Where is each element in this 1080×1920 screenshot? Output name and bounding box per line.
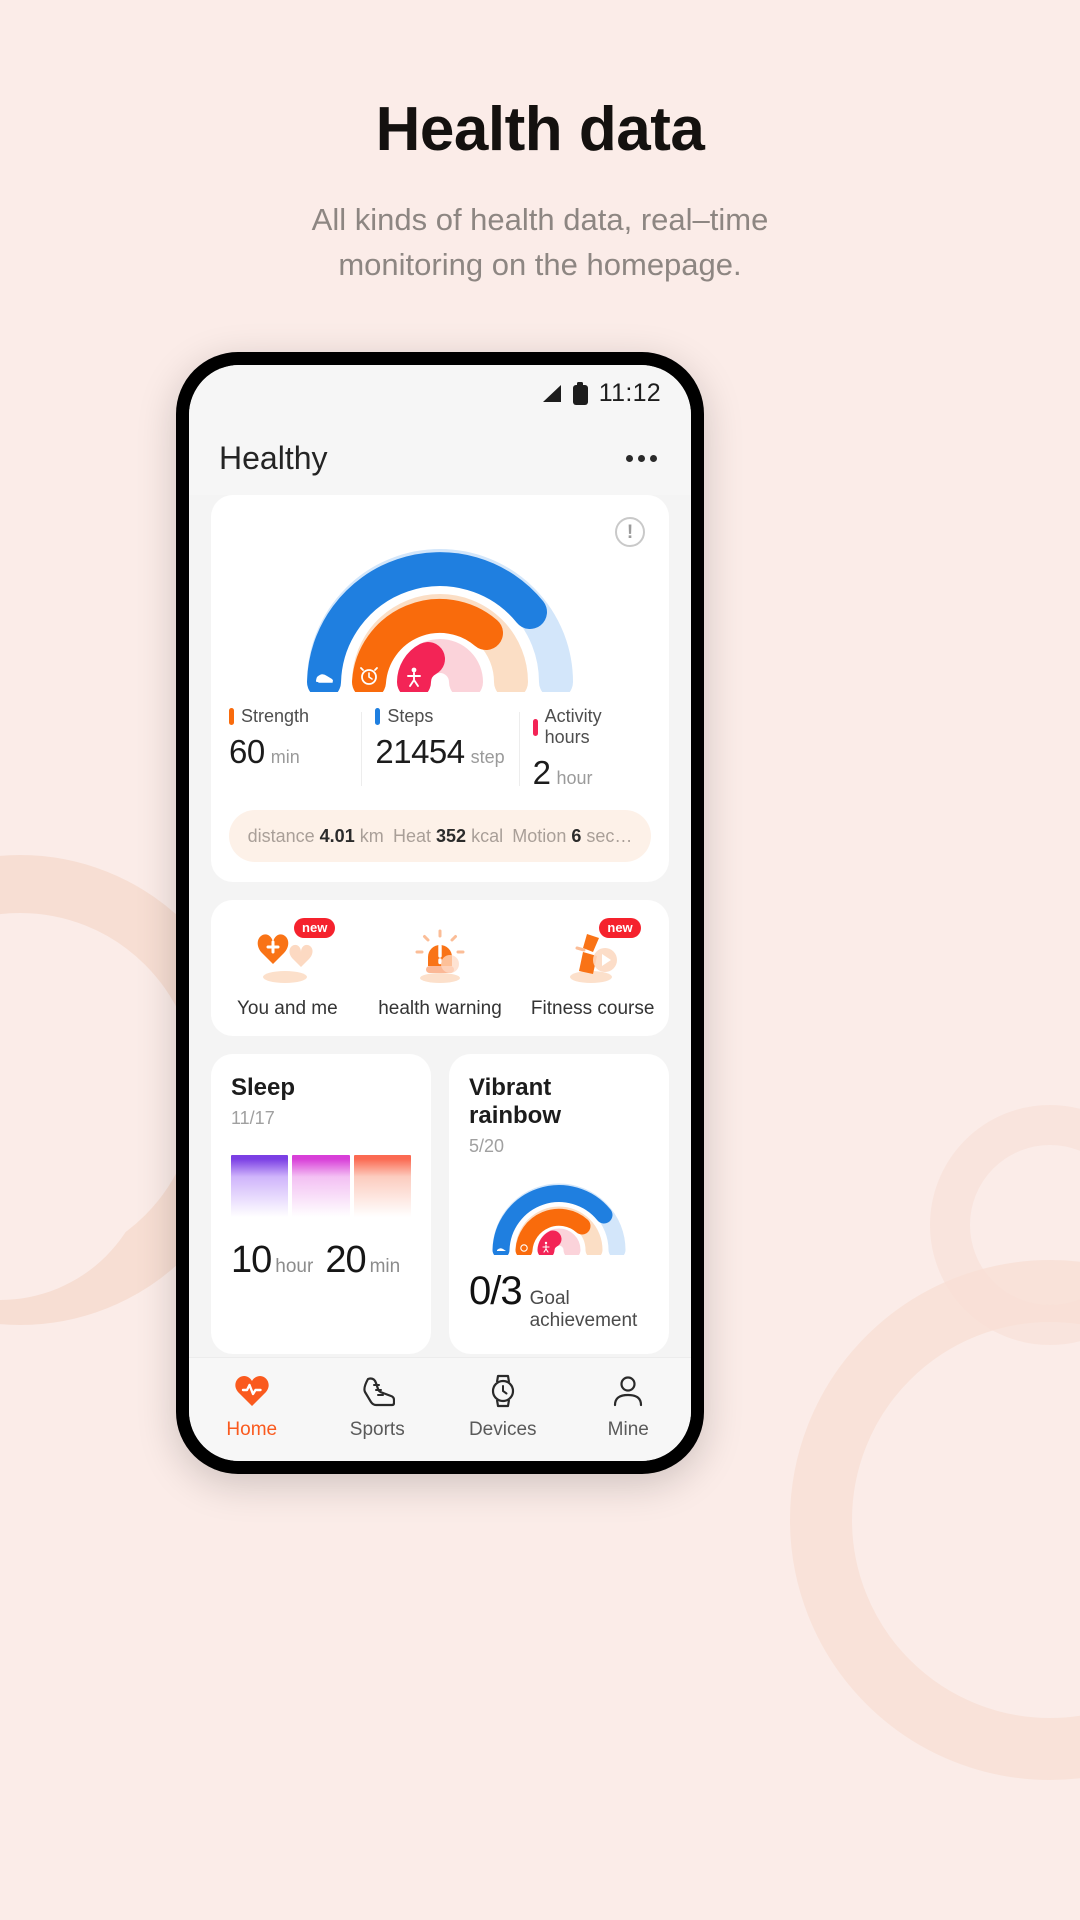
phone-mockup: 11:12 Healthy ! Strength 60 min Steps 21… [176, 352, 704, 1474]
tab-label: Mine [607, 1419, 649, 1440]
tab-devices[interactable]: Devices [440, 1372, 566, 1441]
stat-label: Activity hours [544, 706, 602, 747]
sleep-card-title: Sleep [231, 1074, 296, 1101]
page-subtitle-line2: monitoring on the homepage. [338, 247, 742, 283]
mini-rainbow-arc [469, 1173, 649, 1255]
heart-pulse-icon [234, 1372, 270, 1410]
sleep-bar-light [292, 1155, 350, 1217]
shortcut-health-warning[interactable]: health warning [364, 922, 517, 1020]
sleep-minutes-unit: min [369, 1256, 401, 1277]
fitness-play-icon: new [557, 918, 641, 986]
two-hearts-icon: new [251, 918, 336, 986]
app-header: Healthy [189, 421, 691, 495]
goal-achievement: 0/3 Goal achievement [469, 1269, 649, 1332]
stat-color-tick [229, 708, 234, 725]
app-title: Healthy [219, 439, 328, 476]
shortcut-you-and-me[interactable]: new You and me [211, 918, 364, 1020]
stat-value: 2 [532, 754, 551, 791]
stat-unit: hour [556, 768, 593, 788]
shortcut-label: You and me [236, 998, 338, 1019]
vibrant-rainbow-card[interactable]: Vibrant rainbow 5/20 0/3 Goal achievemen… [449, 1054, 669, 1354]
summary-motion: Motion 6 sec… [512, 825, 633, 846]
sleep-card-date: 11/17 [231, 1108, 275, 1128]
summary-heat: Heat 352 kcal [392, 825, 504, 846]
stat-steps[interactable]: Steps 21454 step [361, 706, 518, 792]
bottom-navigation: Home Sports Devices Mine [189, 1357, 691, 1461]
stat-unit: step [470, 747, 505, 767]
goal-label: Goal achievement [529, 1288, 638, 1331]
signal-triangle-icon [540, 384, 562, 403]
phone-screen: 11:12 Healthy ! Strength 60 min Steps 21… [189, 365, 691, 1461]
page-title: Health data [375, 95, 705, 164]
badge-new: new [599, 918, 641, 939]
sleep-stage-bars [231, 1155, 411, 1217]
home-scroll-content[interactable]: ! Strength 60 min Steps 21454 step Activ… [189, 495, 691, 1357]
cards-row: Sleep 11/17 10 hour 20 min Vibrant rainb… [211, 1054, 669, 1354]
badge-new: new [294, 918, 336, 939]
summary-distance: distance 4.01 km [247, 825, 384, 846]
rainbow-arc-chart [211, 513, 669, 696]
stat-unit: min [270, 747, 300, 767]
shortcuts-card: new You and me health warning new Fitnes… [211, 900, 669, 1036]
sleep-card[interactable]: Sleep 11/17 10 hour 20 min [211, 1054, 431, 1354]
stat-strength[interactable]: Strength 60 min [215, 706, 361, 792]
goal-value: 0/3 [469, 1269, 523, 1313]
hero-section: Health data All kinds of health data, re… [0, 0, 1080, 288]
tab-mine[interactable]: Mine [566, 1372, 692, 1441]
stat-activity-hours[interactable]: Activity hours 2 hour [518, 706, 665, 792]
smartwatch-icon [485, 1372, 521, 1410]
page-subtitle: All kinds of health data, real–time moni… [0, 198, 1080, 288]
more-horizontal-icon[interactable] [622, 445, 661, 472]
stat-label: Strength [241, 706, 310, 726]
stat-label: Steps [387, 706, 434, 726]
activity-stats-row: Strength 60 min Steps 21454 step Activit… [211, 706, 669, 792]
sleep-hours-unit: hour [275, 1256, 314, 1277]
sleep-bar-deep [231, 1155, 289, 1217]
person-icon [610, 1372, 646, 1410]
rainbow-card-title: Vibrant rainbow [469, 1074, 562, 1129]
tab-label: Sports [349, 1419, 405, 1440]
tab-home[interactable]: Home [189, 1372, 315, 1441]
alert-siren-icon [404, 922, 476, 986]
sleep-duration: 10 hour 20 min [231, 1239, 411, 1282]
sleep-hours: 10 [231, 1239, 272, 1281]
tab-sports[interactable]: Sports [315, 1372, 441, 1441]
stat-color-tick [532, 718, 538, 736]
tab-label: Devices [468, 1419, 537, 1440]
status-bar-time: 11:12 [598, 378, 661, 407]
battery-full-icon [572, 381, 588, 405]
sleep-minutes: 20 [325, 1239, 366, 1281]
shortcut-label: Fitness course [530, 998, 655, 1019]
rainbow-card-date: 5/20 [469, 1136, 505, 1156]
shortcut-label: health warning [378, 998, 502, 1019]
summary-pill-row[interactable]: distance 4.01 km Heat 352 kcal Motion 6 … [229, 810, 651, 862]
status-bar: 11:12 [189, 365, 691, 421]
page-subtitle-line1: All kinds of health data, real–time [311, 202, 769, 238]
stat-color-tick [375, 708, 381, 725]
sleep-bar-awake [353, 1155, 411, 1217]
info-exclamation-icon[interactable]: ! [615, 517, 645, 547]
activity-rings-card[interactable]: ! Strength 60 min Steps 21454 step Activ… [211, 495, 669, 882]
running-shoe-icon [359, 1372, 396, 1410]
tab-label: Home [226, 1419, 278, 1440]
stat-value: 21454 [375, 733, 465, 770]
stat-value: 60 [229, 733, 265, 770]
shortcut-fitness-course[interactable]: new Fitness course [516, 918, 669, 1020]
